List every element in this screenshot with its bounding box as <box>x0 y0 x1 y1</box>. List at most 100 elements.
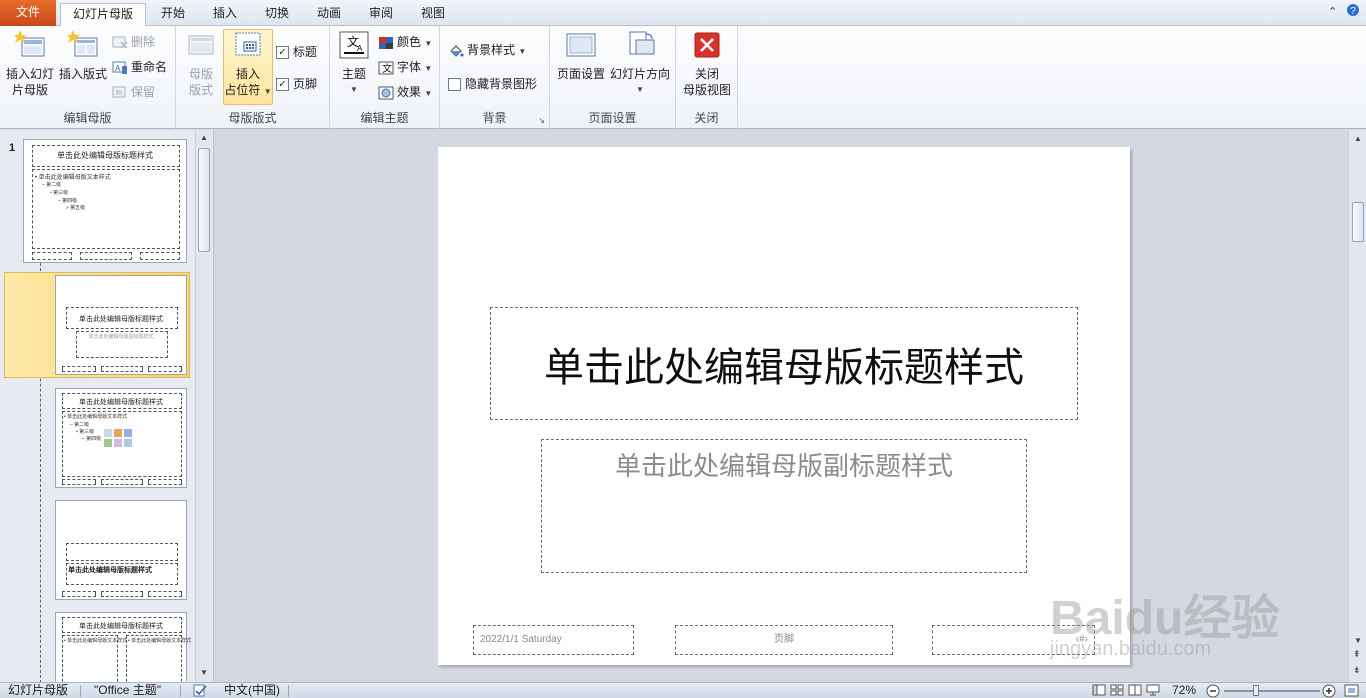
zoom-slider-track[interactable] <box>1224 690 1320 692</box>
colors-button[interactable]: 颜色 ▼ <box>378 32 432 52</box>
close-master-view-button[interactable]: 关闭 母版视图 <box>680 30 734 98</box>
group-label-page-setup: 页面设置 <box>588 111 637 125</box>
insert-layout-label: 插入版式 <box>58 67 107 81</box>
thumb-text: • 单击此处编辑母版文本样式 <box>64 638 128 644</box>
scroll-up-icon[interactable]: ▲ <box>200 133 208 142</box>
svg-text:A: A <box>357 44 363 53</box>
slide-orientation-icon <box>629 31 655 55</box>
group-label-background: 背景 <box>482 111 507 125</box>
footer-checkbox[interactable]: ✓ 页脚 <box>276 74 317 94</box>
next-slide-icon[interactable]: ⇟ <box>1353 666 1361 675</box>
insert-placeholder-label-1: 插入 <box>235 67 260 81</box>
group-page-setup: 页面设置 幻灯片方向 ▼ 页面设置 <box>550 26 676 129</box>
zoom-in-icon[interactable] <box>1322 684 1336 698</box>
thumbnail-layout-section[interactable]: 单击此处编辑母版标题样式 <box>55 500 187 600</box>
preserve-button[interactable]: 保留 <box>112 82 155 102</box>
page-number-text: ‹#› <box>1075 634 1088 645</box>
chevron-down-icon: ▼ <box>424 39 433 48</box>
thumbnail-slide-master[interactable]: 单击此处编辑母版标题样式 • 单击此处编辑母版文本样式 – 第二级 • 第三级 … <box>23 139 187 263</box>
scroll-up-icon[interactable]: ▲ <box>1354 134 1362 143</box>
insert-layout-icon <box>67 30 98 57</box>
zoom-slider-thumb[interactable] <box>1253 685 1259 696</box>
paint-bucket-icon <box>450 45 464 57</box>
zoom-out-icon[interactable] <box>1206 684 1220 698</box>
themes-button[interactable]: 文A 主题 ▼ <box>336 30 372 98</box>
rename-button[interactable]: A 重命名 <box>112 57 167 77</box>
tab-view[interactable]: 视图 <box>410 3 456 26</box>
svg-text:?: ? <box>1350 6 1356 17</box>
insert-placeholder-label-2: 占位符 <box>224 83 261 97</box>
chevron-down-icon: ▼ <box>636 85 644 94</box>
tab-insert[interactable]: 插入 <box>202 3 248 26</box>
themes-label: 主题 <box>341 67 366 81</box>
thumbnail-layout-title[interactable]: 单击此处编辑母版标题样式 单击此处编辑母版副标题样式 <box>55 275 187 375</box>
background-styles-button[interactable]: 背景样式 ▼ <box>448 40 526 60</box>
scrollbar-thumb[interactable] <box>1352 202 1364 242</box>
scroll-down-icon[interactable]: ▼ <box>200 668 208 677</box>
thumbnail-scrollbar[interactable]: ▲ ▼ <box>195 130 212 682</box>
close-icon <box>694 32 720 58</box>
rename-icon: A <box>112 61 127 74</box>
checkbox-unchecked-icon <box>448 78 461 92</box>
slide-number-placeholder[interactable]: ‹#› <box>932 625 1095 655</box>
tab-transitions[interactable]: 切换 <box>254 3 300 26</box>
group-label-edit-master: 编辑母版 <box>63 111 112 125</box>
thumbnail-layout-content[interactable]: 单击此处编辑母版标题样式 • 单击此处编辑母版文本样式 – 第二级 • 第三级 … <box>55 388 187 488</box>
reading-view-icon[interactable] <box>1128 684 1142 698</box>
slide-orientation-button[interactable]: 幻灯片方向 ▼ <box>608 30 672 98</box>
close-master-label-2: 母版视图 <box>682 83 731 97</box>
fit-to-window-icon[interactable] <box>1344 684 1360 698</box>
thumb-level3: • 第三级 <box>76 429 95 435</box>
insert-layout-button[interactable]: 插入版式 <box>58 30 108 82</box>
group-close: 关闭 母版视图 关闭 <box>676 26 738 129</box>
dialog-launcher-icon[interactable]: ↘ <box>538 116 545 125</box>
thumb-title: 单击此处编辑母版标题样式 <box>79 399 163 406</box>
help-icon[interactable]: ? <box>1346 3 1360 20</box>
themes-icon: 文A <box>339 31 369 59</box>
subtitle-placeholder[interactable]: 单击此处编辑母版副标题样式 <box>541 439 1027 573</box>
tab-home[interactable]: 开始 <box>150 3 196 26</box>
insert-slide-master-button[interactable]: 插入幻灯 片母版 <box>4 30 56 98</box>
scroll-down-icon[interactable]: ▼ <box>1354 636 1362 645</box>
slide-canvas[interactable]: 单击此处编辑母版标题样式 单击此处编辑母版副标题样式 2022/1/1 Satu… <box>438 147 1130 665</box>
master-layout-button[interactable]: 母版 版式 <box>182 30 220 98</box>
zoom-level[interactable]: 72% <box>1172 683 1196 698</box>
spellcheck-icon[interactable] <box>192 684 208 698</box>
page-setup-icon <box>566 33 596 57</box>
scrollbar-thumb[interactable] <box>198 148 210 252</box>
insert-slide-master-label-2: 片母版 <box>11 83 48 97</box>
date-placeholder[interactable]: 2022/1/1 Saturday <box>473 625 634 655</box>
minimize-ribbon-icon[interactable]: ⌃ <box>1328 5 1337 18</box>
status-divider <box>288 685 289 697</box>
hide-background-graphics-checkbox[interactable]: 隐藏背景图形 <box>448 74 537 94</box>
slide-sorter-icon[interactable] <box>1110 684 1124 698</box>
tab-file[interactable]: 文件 <box>0 0 56 26</box>
chevron-down-icon: ▼ <box>518 47 527 56</box>
title-text: 单击此处编辑母版标题样式 <box>544 344 1024 391</box>
fonts-button[interactable]: 文字体 ▼ <box>378 57 432 77</box>
slide-scrollbar[interactable]: ▲ ▼ ⇞ ⇟ <box>1348 130 1366 682</box>
checkbox-checked-icon: ✓ <box>276 78 289 92</box>
thumb-text: • 单击此处编辑母版文本样式 <box>64 414 128 420</box>
slide-thumbnail-panel[interactable]: 1 单击此处编辑母版标题样式 • 单击此处编辑母版文本样式 – 第二级 • 第三… <box>0 130 214 682</box>
footer-placeholder[interactable]: 页脚 <box>675 625 893 655</box>
delete-button[interactable]: 删除 <box>112 32 155 52</box>
thumbnail-layout-two-content[interactable]: 单击此处编辑母版标题样式 • 单击此处编辑母版文本样式 • 单击此处编辑母版文本… <box>55 612 191 682</box>
previous-slide-icon[interactable]: ⇞ <box>1353 650 1361 659</box>
page-setup-button[interactable]: 页面设置 <box>554 30 608 82</box>
group-master-layout: 母版 版式 插入 占位符 ▼ ✓ 标题 ✓ 页脚 母版版式 <box>176 26 330 129</box>
tab-animations[interactable]: 动画 <box>306 3 352 26</box>
thumb-level3: • 第三级 <box>50 190 69 196</box>
status-language[interactable]: 中文(中国) <box>224 683 280 698</box>
thumb-subtitle: 单击此处编辑母版副标题样式 <box>88 334 154 340</box>
insert-placeholder-button[interactable]: 插入 占位符 ▼ <box>223 29 273 105</box>
subtitle-text: 单击此处编辑母版副标题样式 <box>614 452 953 482</box>
slide-editing-area: 单击此处编辑母版标题样式 单击此处编辑母版副标题样式 2022/1/1 Satu… <box>216 130 1348 682</box>
normal-view-icon[interactable] <box>1092 684 1106 698</box>
tab-slide-master[interactable]: 幻灯片母版 <box>60 3 146 27</box>
title-checkbox[interactable]: ✓ 标题 <box>276 42 317 62</box>
effects-button[interactable]: 效果 ▼ <box>378 82 432 102</box>
tab-review[interactable]: 审阅 <box>358 3 404 26</box>
title-placeholder[interactable]: 单击此处编辑母版标题样式 <box>490 307 1078 420</box>
slideshow-icon[interactable] <box>1146 684 1160 698</box>
